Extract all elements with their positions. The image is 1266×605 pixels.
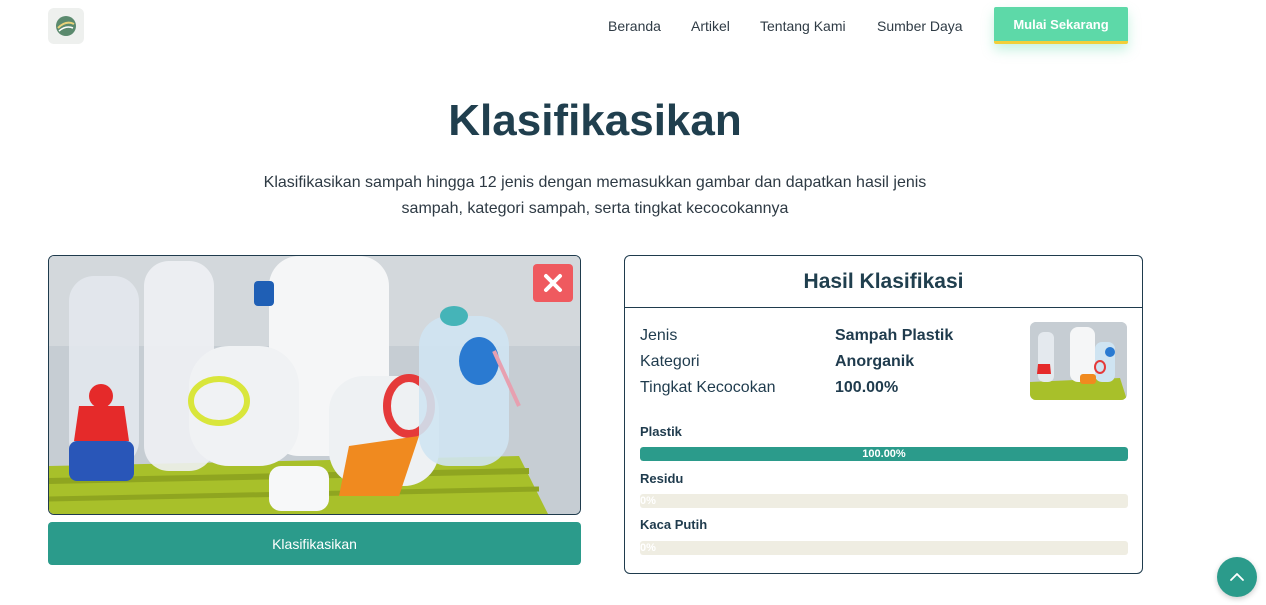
page-title: Klasifikasikan bbox=[448, 96, 742, 145]
plastic-bottles-thumbnail bbox=[1030, 322, 1127, 400]
close-icon bbox=[544, 274, 562, 292]
bar-label-plastik: Plastik bbox=[640, 424, 682, 439]
classify-button[interactable]: Klasifikasikan bbox=[48, 522, 581, 565]
bar-label-residu: Residu bbox=[640, 471, 684, 486]
scroll-to-top-button[interactable] bbox=[1217, 557, 1257, 597]
chevron-up-icon bbox=[1230, 573, 1244, 581]
progress-fill: 100.00% bbox=[640, 447, 1128, 461]
description-line-1: Klasifikasikan sampah hingga 12 jenis de… bbox=[263, 174, 927, 191]
result-label: Kategori bbox=[640, 353, 700, 370]
result-value: 100.00% bbox=[835, 379, 899, 396]
progress-bar-residu: 0% bbox=[640, 494, 1128, 508]
result-value: Anorganik bbox=[835, 353, 915, 370]
nav-sumber-daya[interactable]: Sumber Daya bbox=[877, 18, 963, 34]
bar-label-kaca-putih: Kaca Putih bbox=[640, 517, 708, 532]
remove-image-button[interactable] bbox=[533, 264, 573, 302]
result-label: Tingkat Kecocokan bbox=[640, 379, 776, 396]
start-now-button[interactable]: Mulai Sekarang bbox=[994, 7, 1128, 44]
progress-bar-plastik: 100.00% bbox=[640, 447, 1128, 461]
result-card: Hasil Klasifikasi Jenis Sampah Plastik K… bbox=[624, 255, 1143, 574]
uploaded-image bbox=[48, 255, 581, 515]
nav-beranda[interactable]: Beranda bbox=[608, 18, 661, 34]
nav-tentang-kami[interactable]: Tentang Kami bbox=[760, 18, 846, 34]
result-thumbnail bbox=[1030, 322, 1127, 400]
progress-bar-kaca-putih: 0% bbox=[640, 541, 1128, 555]
progress-text: 0% bbox=[640, 542, 656, 554]
page-description: Klasifikasikan sampah hingga 12 jenis de… bbox=[240, 170, 950, 222]
site-logo[interactable] bbox=[48, 8, 84, 44]
plastic-bottles-image bbox=[49, 256, 580, 514]
result-value: Sampah Plastik bbox=[835, 327, 954, 344]
result-label: Jenis bbox=[640, 327, 678, 344]
progress-text: 0% bbox=[640, 495, 656, 507]
leaf-globe-icon bbox=[56, 16, 76, 36]
nav-artikel[interactable]: Artikel bbox=[691, 18, 730, 34]
progress-text: 100.00% bbox=[862, 448, 906, 460]
description-line-2: sampah, kategori sampah, serta tingkat k… bbox=[401, 200, 789, 217]
result-title: Hasil Klasifikasi bbox=[625, 256, 1142, 308]
